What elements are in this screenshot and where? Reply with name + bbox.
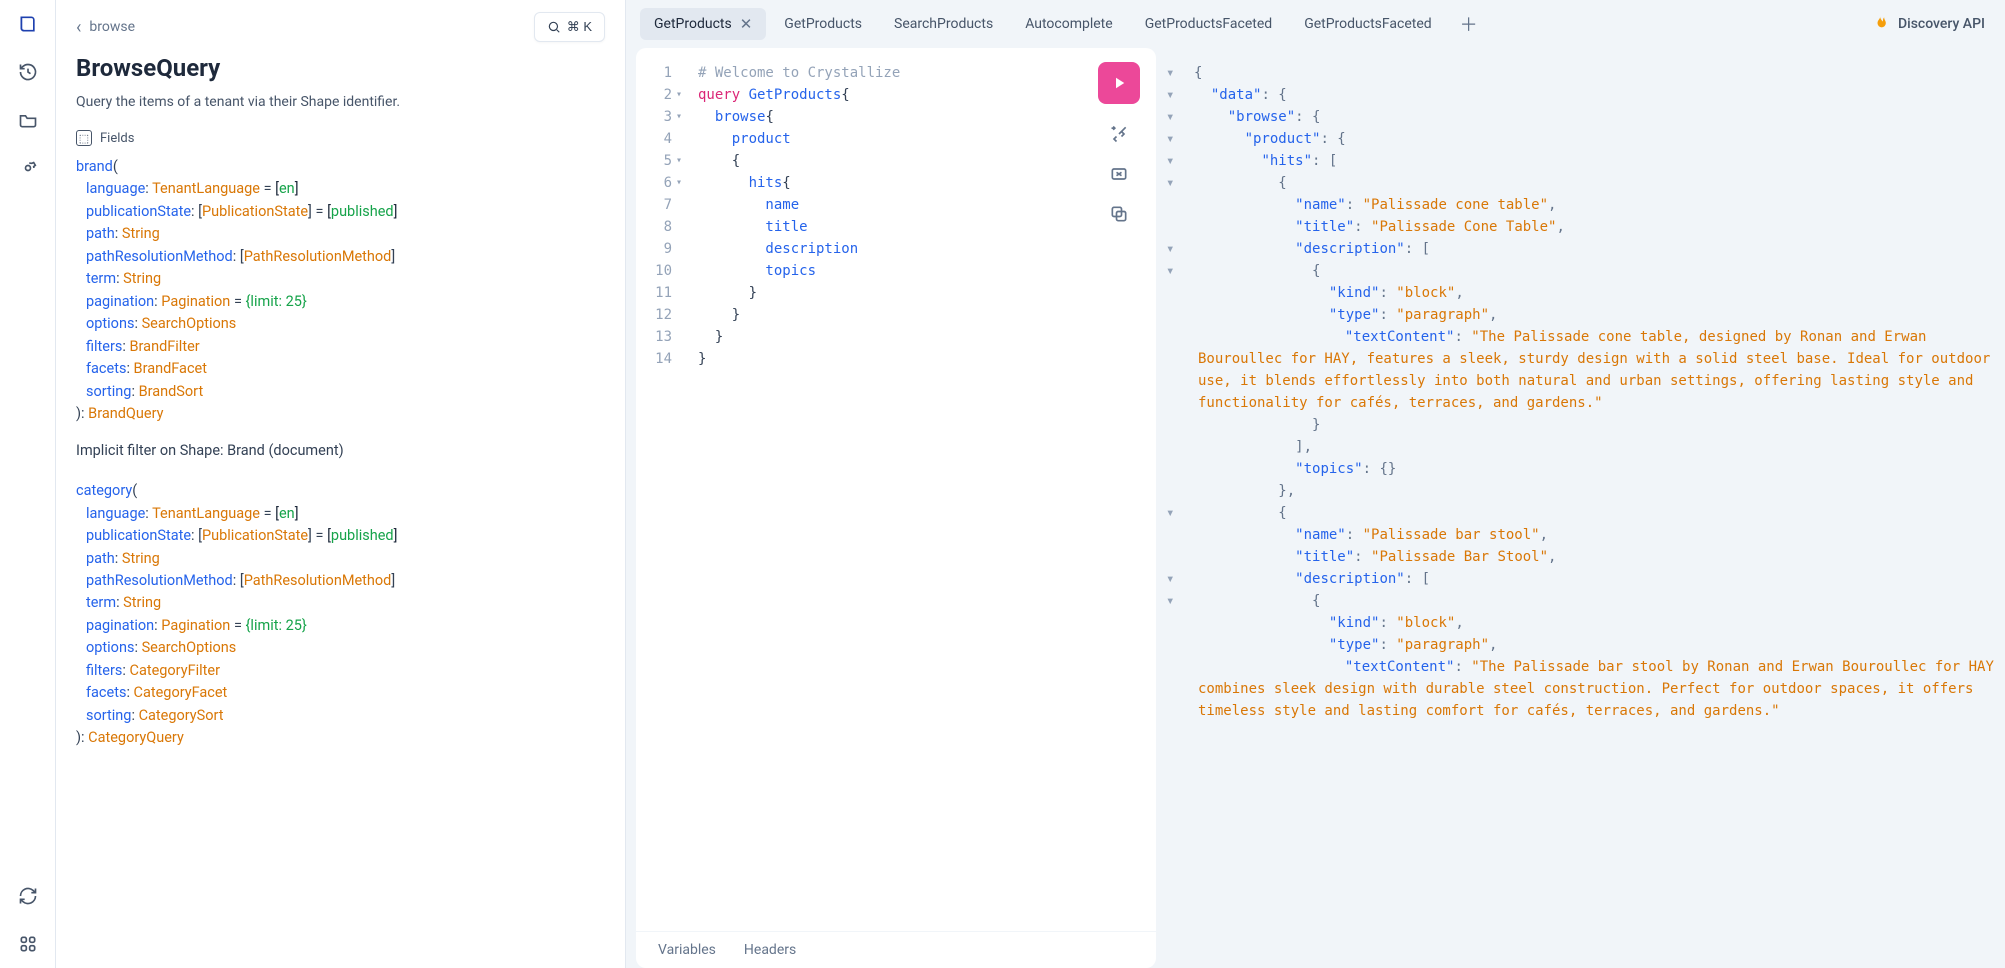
json-line: "name": "Palissade cone table", (1182, 194, 1995, 216)
json-line: ], (1182, 436, 1995, 458)
search-button[interactable]: ⌘ K (534, 12, 605, 42)
json-line: ▾ { (1182, 172, 1995, 194)
tab[interactable]: GetProductsFaceted (1290, 9, 1445, 39)
json-line: "kind": "block", (1182, 282, 1995, 304)
json-line: "topics": {} (1182, 458, 1995, 480)
json-line: "name": "Palissade bar stool", (1182, 524, 1995, 546)
back-arrow-icon: ‹ (76, 17, 81, 38)
json-line: ▾ { (1182, 590, 1995, 612)
json-line: }, (1182, 480, 1995, 502)
settings-icon[interactable] (16, 156, 40, 180)
fields-list: brand(language: TenantLanguage = [en]pub… (56, 156, 625, 784)
brand-label[interactable]: Discovery API (1870, 14, 1991, 34)
json-line: "textContent": "The Palissade cone table… (1182, 326, 1995, 414)
json-line: ▾ "hits": [ (1182, 150, 1995, 172)
refresh-icon[interactable] (16, 884, 40, 908)
tab[interactable]: GetProducts (770, 9, 876, 39)
json-line: ▾ { (1182, 260, 1995, 282)
json-line: ▾{ (1182, 62, 1995, 84)
field-signature[interactable]: brand(language: TenantLanguage = [en]pub… (76, 156, 605, 426)
json-line: ▾ "browse": { (1182, 106, 1995, 128)
history-icon[interactable] (16, 60, 40, 84)
json-line: ▾ { (1182, 502, 1995, 524)
keyboard-icon[interactable] (16, 932, 40, 956)
field-signature[interactable]: category(language: TenantLanguage = [en]… (76, 480, 605, 750)
prettify-icon[interactable] (1109, 124, 1129, 144)
breadcrumb[interactable]: ‹ browse (76, 17, 135, 38)
nav-rail (0, 0, 56, 968)
tab[interactable]: GetProductsFaceted (1131, 9, 1286, 39)
query-editor[interactable]: 1234567891011121314 # Welcome to Crystal… (636, 48, 1156, 968)
breadcrumb-path: browse (89, 19, 135, 35)
copy-icon[interactable] (1109, 204, 1129, 224)
add-tab-button[interactable]: ＋ (1450, 5, 1488, 43)
tab[interactable]: GetProducts✕ (640, 8, 766, 40)
folder-icon[interactable] (16, 108, 40, 132)
json-line: "type": "paragraph", (1182, 304, 1995, 326)
page-title: BrowseQuery (56, 48, 625, 94)
fire-icon (1870, 14, 1890, 34)
brand-text: Discovery API (1898, 16, 1985, 32)
main-area: GetProducts✕GetProductsSearchProductsAut… (626, 0, 2005, 968)
tab[interactable]: SearchProducts (880, 9, 1007, 39)
docs-panel: ‹ browse ⌘ K BrowseQuery Query the items… (56, 0, 626, 968)
json-line: ▾ "description": [ (1182, 568, 1995, 590)
json-line: "type": "paragraph", (1182, 634, 1995, 656)
search-shortcut: ⌘ K (567, 19, 592, 35)
book-icon[interactable] (16, 12, 40, 36)
json-line: "textContent": "The Palissade bar stool … (1182, 656, 1995, 722)
result-pane[interactable]: ▾{▾ "data": {▾ "browse": {▾ "product": {… (1166, 48, 2005, 968)
tabbar: GetProducts✕GetProductsSearchProductsAut… (626, 0, 2005, 48)
headers-tab[interactable]: Headers (744, 942, 796, 958)
fields-icon: ⬚ (76, 130, 92, 146)
json-line: ▾ "product": { (1182, 128, 1995, 150)
json-line: "kind": "block", (1182, 612, 1995, 634)
close-icon[interactable]: ✕ (740, 15, 753, 33)
variables-tab[interactable]: Variables (658, 942, 716, 958)
merge-icon[interactable] (1109, 164, 1129, 184)
implicit-note: Implicit filter on Shape: Brand (documen… (76, 440, 605, 462)
run-button[interactable] (1098, 62, 1140, 104)
page-description: Query the items of a tenant via their Sh… (56, 94, 625, 126)
search-icon (547, 20, 561, 34)
json-line: "title": "Palissade Bar Stool", (1182, 546, 1995, 568)
json-line: ▾ "description": [ (1182, 238, 1995, 260)
json-line: ▾ "data": { (1182, 84, 1995, 106)
fields-label: Fields (100, 131, 134, 146)
json-line: } (1182, 414, 1995, 436)
tab[interactable]: Autocomplete (1011, 9, 1127, 39)
json-line: "title": "Palissade Cone Table", (1182, 216, 1995, 238)
fields-section-header: ⬚ Fields (56, 126, 625, 156)
